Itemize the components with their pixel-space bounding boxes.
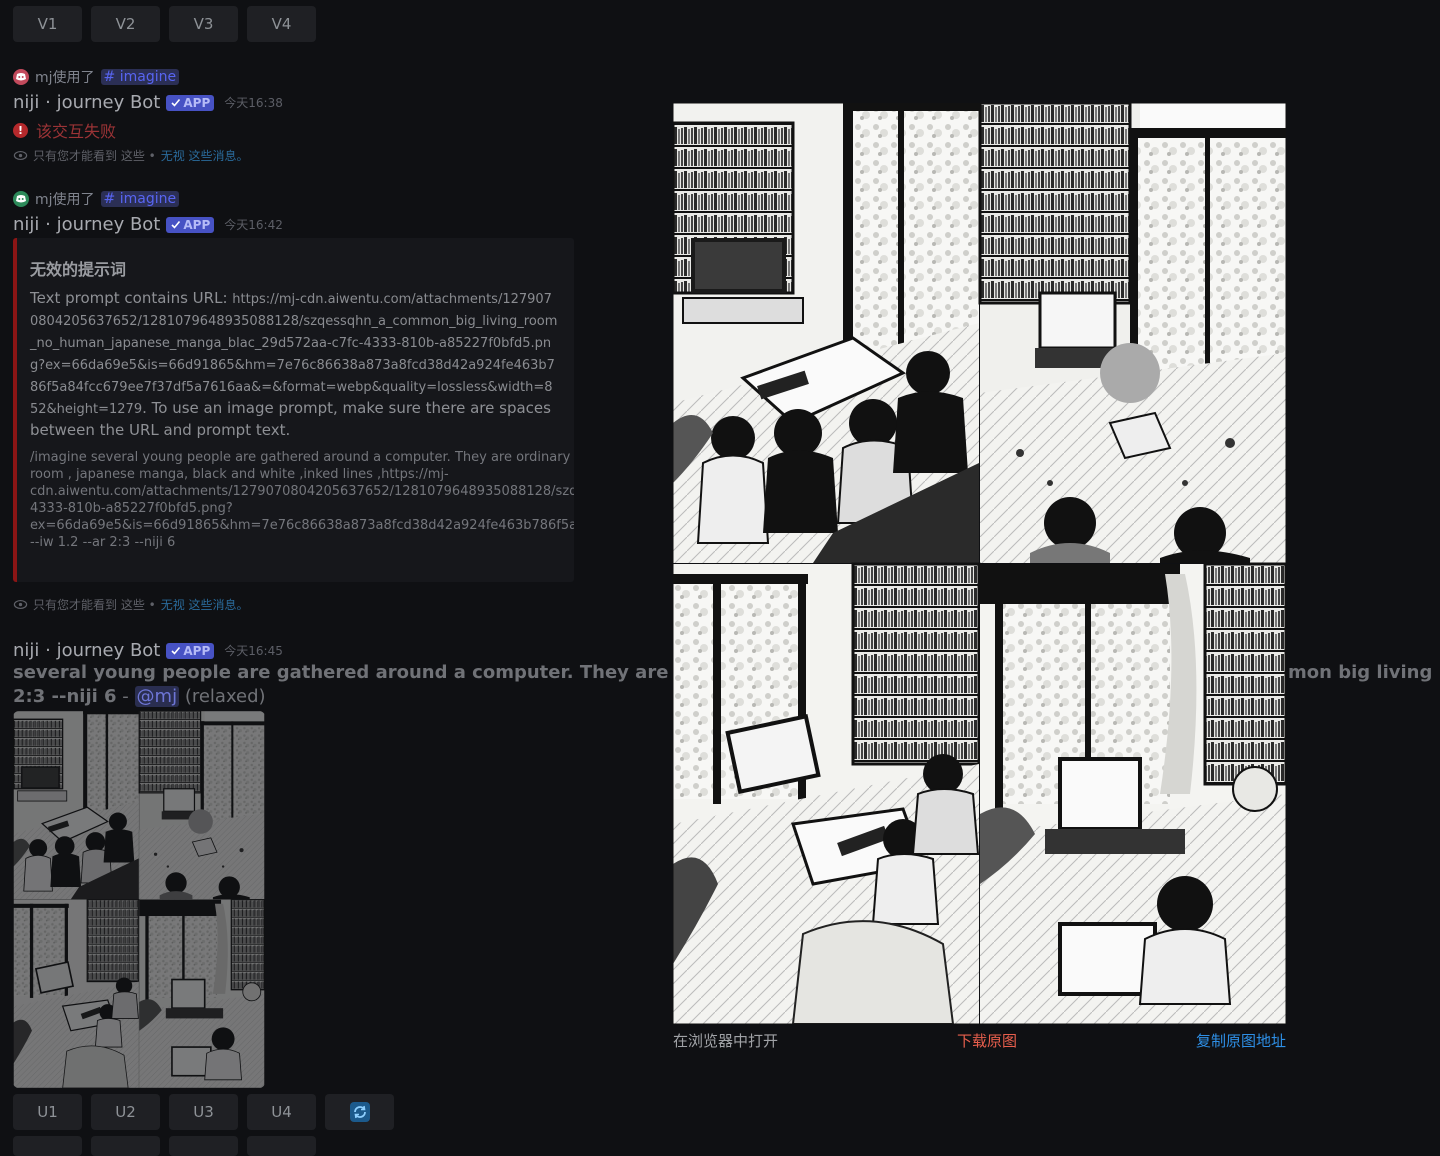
command-user[interactable]: mj使用了 [35, 189, 95, 209]
dismiss-link[interactable]: 无视 这些消息。 [161, 596, 249, 613]
download-original-link[interactable]: 下载原图 [957, 1030, 1017, 1051]
ephemeral-note: 只有您才能看到 这些 • 无视 这些消息。 [13, 596, 249, 613]
open-in-browser-link[interactable]: 在浏览器中打开 [673, 1030, 778, 1051]
command-name[interactable]: # imagine [100, 69, 180, 85]
u4-button[interactable]: U4 [247, 1094, 316, 1130]
error-embed: 无效的提示词 Text prompt contains URL: https:/… [13, 238, 574, 582]
v2-button[interactable]: V2 [91, 6, 160, 42]
slash-command-line: mj使用了 # imagine [13, 67, 180, 87]
user-mention[interactable]: @mj [134, 686, 180, 707]
embed-footer: /imagine several young people are gather… [30, 450, 574, 550]
v3-button[interactable]: V3 [169, 6, 238, 42]
app-badge: APP [166, 642, 215, 659]
badge-label: APP [183, 643, 211, 658]
app-badge: APP [166, 94, 215, 111]
bot-name[interactable]: niji · journey Bot [13, 640, 160, 661]
timestamp: 今天16:42 [224, 218, 283, 232]
ephemeral-note: 只有您才能看到 这些 • 无视 这些消息。 [13, 147, 249, 164]
app-badge: APP [166, 216, 215, 233]
v4-button[interactable]: V4 [247, 6, 316, 42]
upscale-buttons: U1 U2 U3 U4 [13, 1094, 394, 1130]
extra-buttons-partial [13, 1136, 316, 1156]
badge-label: APP [183, 217, 211, 232]
image-viewer[interactable] [673, 103, 1286, 1024]
extra-button[interactable] [91, 1136, 160, 1156]
timestamp: 今天16:45 [224, 644, 283, 658]
u3-button[interactable]: U3 [169, 1094, 238, 1130]
extra-button[interactable] [169, 1136, 238, 1156]
message-header: niji · journey Bot APP 今天16:45 [13, 640, 283, 661]
result-thumbnail[interactable] [13, 711, 265, 1088]
bot-name[interactable]: niji · journey Bot [13, 92, 160, 113]
u2-button[interactable]: U2 [91, 1094, 160, 1130]
message-header: niji · journey Bot APP 今天16:38 [13, 92, 283, 113]
message-header: niji · journey Bot APP 今天16:42 [13, 214, 283, 235]
discord-icon [16, 195, 26, 203]
error-line: ! 该交互失败 [13, 118, 116, 142]
variation-buttons: V1 V2 V3 V4 [13, 6, 316, 42]
manga-grid-thumbnail [13, 711, 265, 1088]
embed-desc-prefix: Text prompt contains URL: [30, 289, 233, 307]
user-avatar[interactable] [13, 69, 29, 85]
timestamp: 今天16:38 [224, 96, 283, 110]
ephemeral-text: 只有您才能看到 这些 • [33, 149, 156, 163]
command-user[interactable]: mj使用了 [35, 67, 95, 87]
bot-name[interactable]: niji · journey Bot [13, 214, 160, 235]
user-avatar[interactable] [13, 191, 29, 207]
check-icon [171, 646, 181, 655]
check-icon [171, 98, 181, 107]
prompt-text-end: mon big living roo [1288, 662, 1440, 683]
error-icon: ! [13, 122, 28, 138]
badge-label: APP [183, 95, 211, 110]
ephemeral-text: 只有您才能看到 这些 • [33, 598, 156, 612]
error-text: 该交互失败 [36, 122, 117, 141]
job-mode: (relaxed) [184, 686, 266, 707]
extra-button[interactable] [247, 1136, 316, 1156]
command-name[interactable]: # imagine [100, 191, 180, 207]
v1-button[interactable]: V1 [13, 6, 82, 42]
copy-url-link[interactable]: 复制原图地址 [1196, 1030, 1286, 1051]
check-icon [171, 220, 181, 229]
dismiss-link[interactable]: 无视 这些消息。 [161, 147, 249, 164]
reroll-button[interactable] [325, 1094, 394, 1130]
eye-icon [13, 150, 28, 161]
slash-command-line: mj使用了 # imagine [13, 189, 180, 209]
prompt-params-line: 2:3 --niji 6 - @mj (relaxed) [13, 686, 266, 707]
discord-icon [16, 73, 26, 81]
viewer-actions: 在浏览器中打开 下载原图 复制原图地址 [673, 1030, 1286, 1051]
refresh-icon [349, 1102, 370, 1122]
u1-button[interactable]: U1 [13, 1094, 82, 1130]
eye-icon [13, 599, 28, 610]
embed-title: 无效的提示词 [30, 260, 127, 279]
prompt-params: 2:3 --niji 6 [13, 686, 117, 707]
embed-description: Text prompt contains URL: https://mj-cdn… [30, 288, 560, 441]
extra-button[interactable] [13, 1136, 82, 1156]
